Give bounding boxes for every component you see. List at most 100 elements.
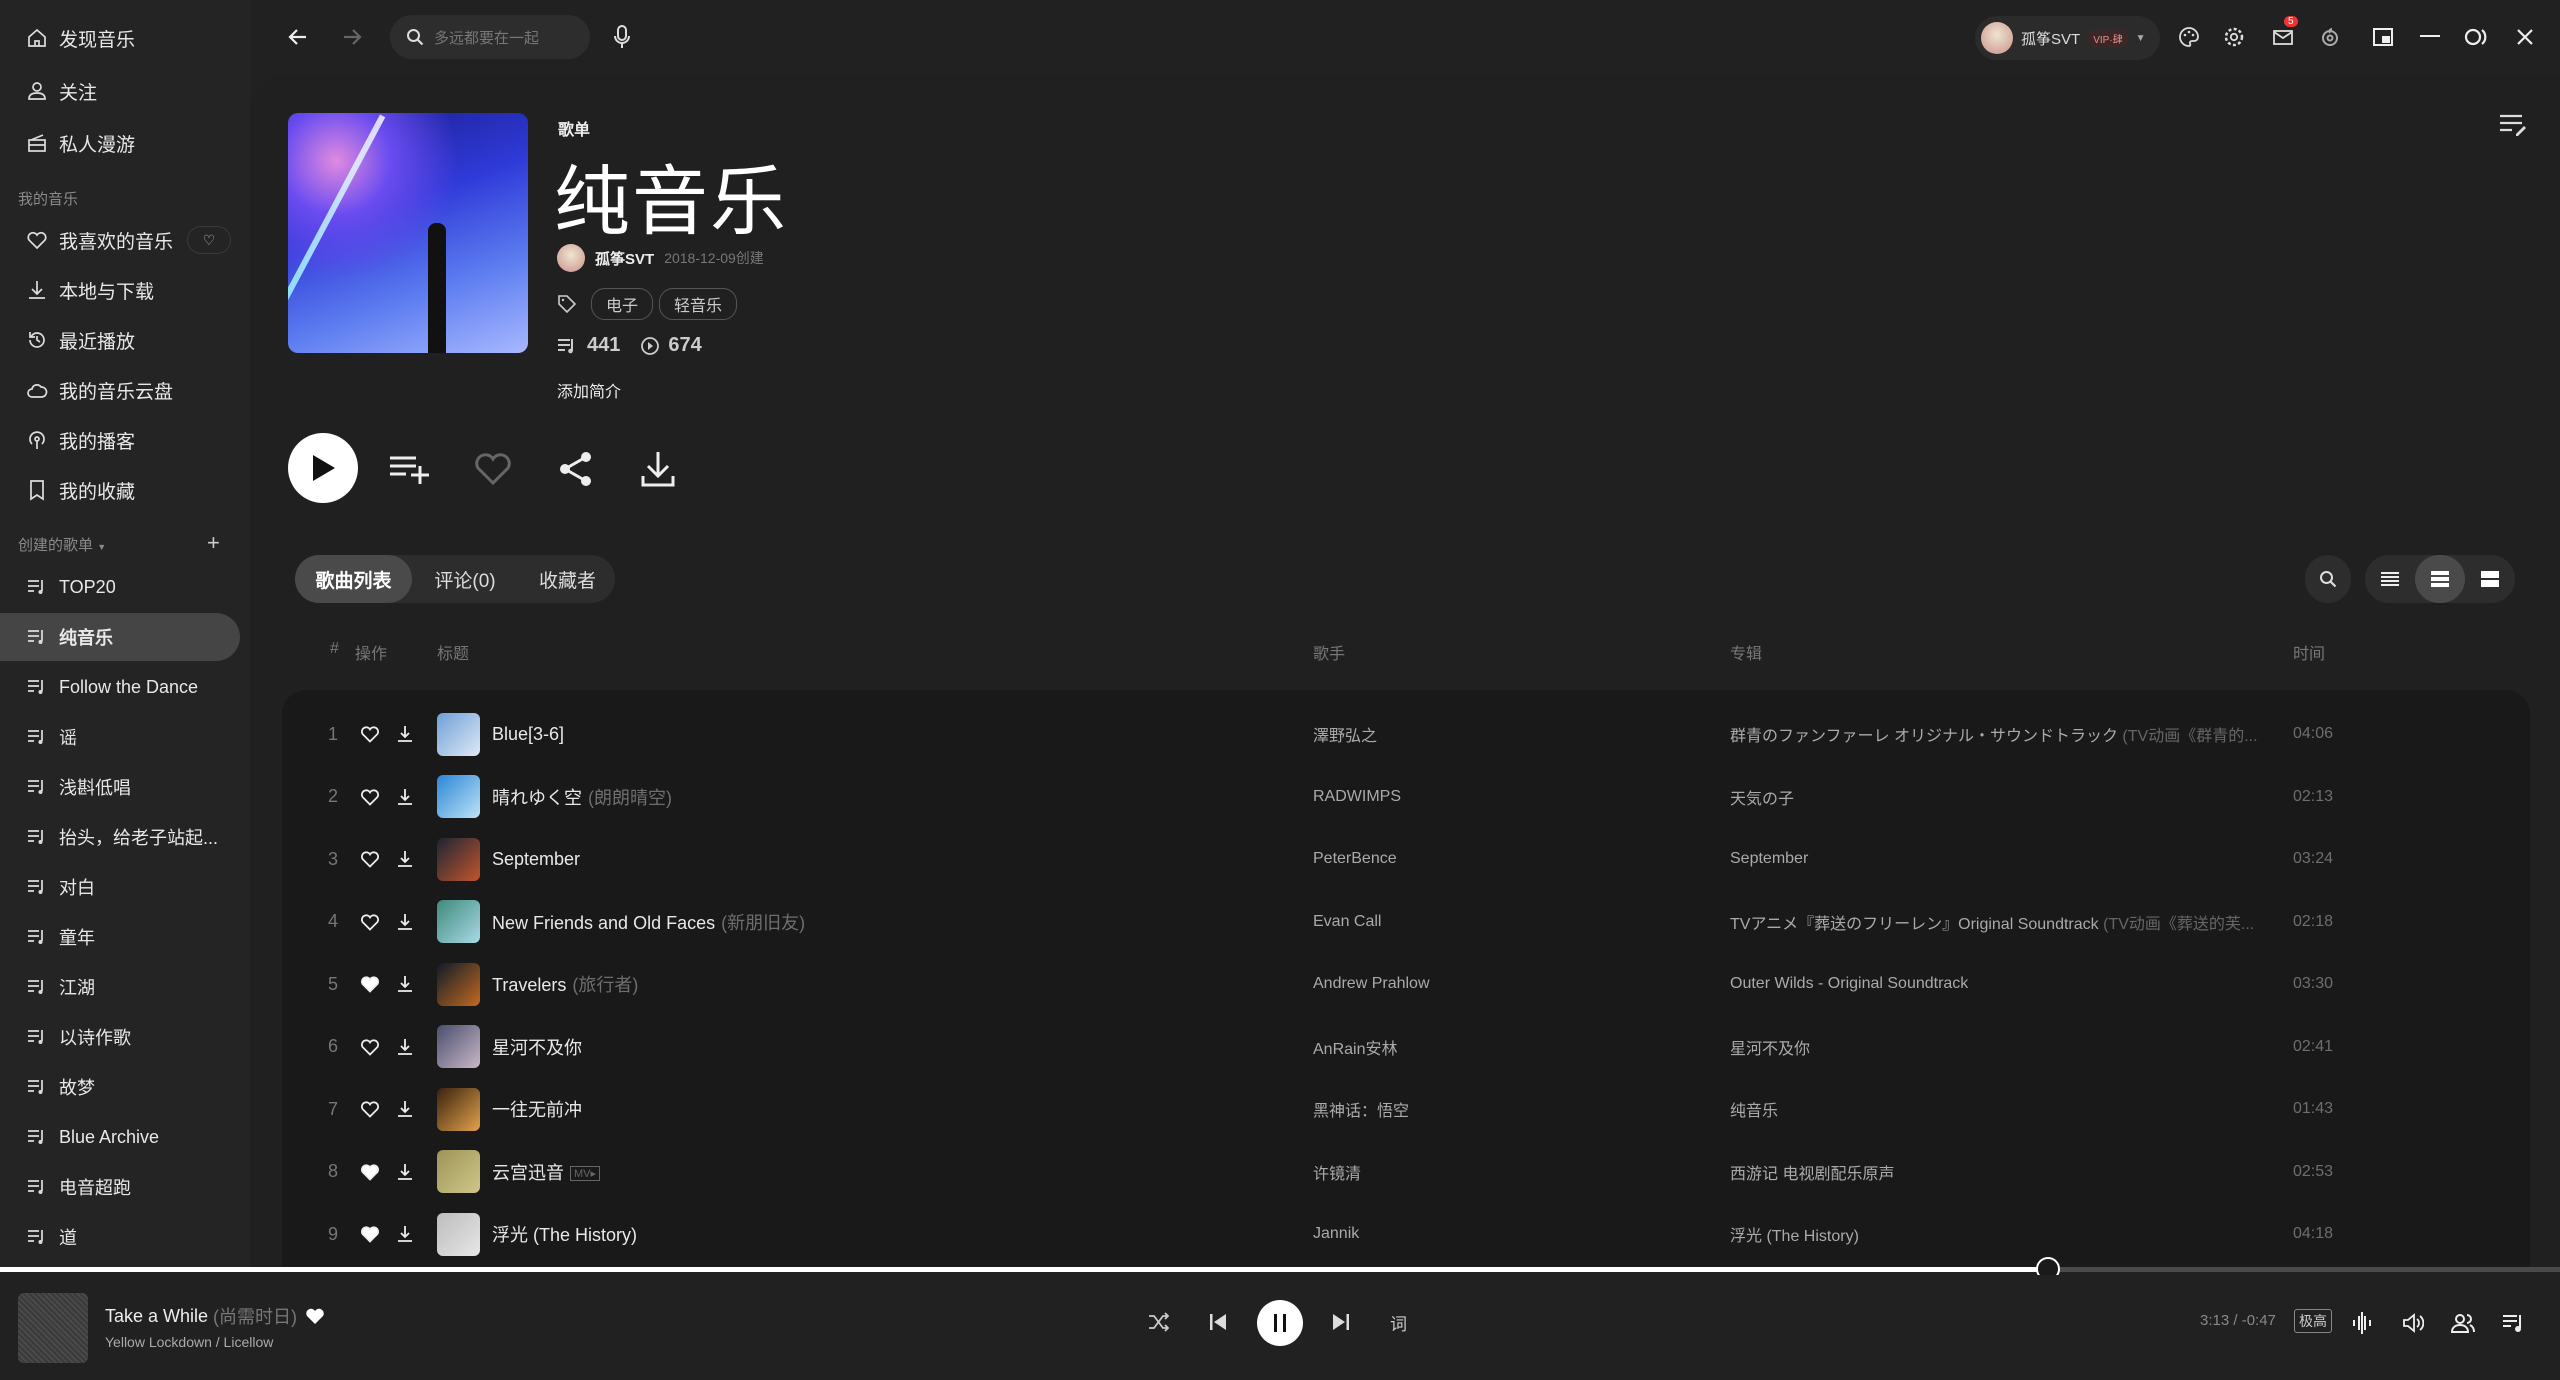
add-to-queue-button[interactable] (390, 452, 430, 486)
track-artist[interactable]: Andrew Prahlow (1313, 975, 1430, 993)
microphone-icon[interactable] (605, 20, 639, 54)
edit-playlist-icon[interactable] (2498, 112, 2528, 138)
search-input[interactable]: 多远都要在一起 (390, 15, 590, 59)
playlist-queue-icon[interactable] (2502, 1313, 2524, 1333)
tab-1[interactable]: 评论(0) (415, 555, 515, 603)
sidebar-item-1[interactable]: 关注 (0, 67, 240, 115)
user-menu[interactable]: 孤筝SVT VIP·肆 ▼ (1975, 16, 2160, 60)
track-title[interactable]: 晴れゆく空 (492, 788, 582, 808)
track-title[interactable]: 星河不及你 (492, 1038, 582, 1058)
sidebar-playlist-item[interactable]: 江湖 (0, 963, 240, 1011)
heart-filled-icon[interactable] (360, 1163, 380, 1181)
listen-together-icon[interactable] (2451, 1313, 2475, 1333)
heart-icon[interactable] (360, 1100, 380, 1118)
add-intro-link[interactable]: 添加简介 (557, 378, 621, 402)
table-row[interactable]: 1 Blue[3-6] 澤野弘之 群青のファンファーレ オリジナル・サウンドトラ… (282, 703, 2530, 765)
shuffle-button[interactable] (1148, 1312, 1170, 1332)
download-icon[interactable] (396, 975, 414, 993)
sidebar-my-music-2[interactable]: 最近播放 (0, 316, 240, 364)
sidebar-playlist-item[interactable]: Follow the Dance (0, 663, 240, 711)
heart-icon[interactable] (360, 725, 380, 743)
creator-avatar[interactable] (557, 244, 585, 272)
sidebar-playlist-item[interactable]: 抬头，给老子站起... (0, 813, 240, 861)
now-playing-title[interactable]: Take a While (105, 1306, 208, 1327)
sidebar-playlist-item[interactable]: 电音超跑 (0, 1163, 240, 1211)
download-icon[interactable] (396, 913, 414, 931)
column-header-album[interactable]: 专辑 (1730, 640, 1762, 664)
heart-filled-icon[interactable] (360, 1225, 380, 1243)
heart-icon[interactable] (360, 850, 380, 868)
heart-filled-icon[interactable] (305, 1307, 325, 1325)
view-list-button[interactable] (2415, 555, 2465, 603)
heart-icon[interactable] (360, 1038, 380, 1056)
track-album[interactable]: 西游记 电视剧配乐原声 (1730, 1166, 1894, 1183)
progress-bar[interactable] (0, 1257, 2560, 1281)
track-album[interactable]: September (1730, 850, 1808, 867)
heart-icon[interactable] (360, 913, 380, 931)
tab-0[interactable]: 歌曲列表 (295, 555, 412, 603)
volume-icon[interactable] (2402, 1313, 2424, 1333)
table-row[interactable]: 7 一往无前冲 黑神话：悟空 纯音乐 01:43 (282, 1078, 2530, 1140)
track-title[interactable]: Travelers (492, 975, 566, 995)
track-artist[interactable]: 黑神话：悟空 (1313, 1097, 1409, 1121)
create-playlist-plus-icon[interactable]: + (207, 530, 220, 556)
lyrics-button[interactable]: 词 (1390, 1310, 1407, 1335)
track-title[interactable]: September (492, 849, 580, 869)
table-row[interactable]: 4 New Friends and Old Faces (新朋旧友) Evan C… (282, 891, 2530, 953)
play-all-button[interactable] (288, 433, 358, 503)
track-title[interactable]: New Friends and Old Faces (492, 913, 715, 933)
quality-button[interactable]: 极高 (2294, 1309, 2332, 1333)
sidebar-playlist-item[interactable]: 浅斟低唱 (0, 763, 240, 811)
heartbeat-mode-button[interactable]: ♡ (187, 226, 232, 254)
table-row[interactable]: 8 云宫迅音 MV▸ 许镜清 西游记 电视剧配乐原声 02:53 (282, 1141, 2530, 1203)
track-album[interactable]: 星河不及你 (1730, 1041, 1810, 1058)
tag-electronic[interactable]: 电子 (591, 288, 654, 320)
track-album[interactable]: 天気の子 (1730, 791, 1794, 808)
column-header-title[interactable]: 标题 (437, 640, 469, 664)
theme-palette-icon[interactable] (2172, 20, 2206, 54)
close-icon[interactable] (2508, 20, 2542, 54)
sidebar-playlist-item[interactable]: 童年 (0, 913, 240, 961)
back-button[interactable] (281, 20, 315, 54)
sidebar-my-music-5[interactable]: 我的收藏 (0, 466, 240, 514)
column-header-artist[interactable]: 歌手 (1313, 640, 1345, 664)
track-artist[interactable]: PeterBence (1313, 850, 1397, 868)
track-album[interactable]: TVアニメ『葬送のフリーレン』Original Soundtrack (1730, 916, 2099, 933)
tab-2[interactable]: 收藏者 (520, 555, 615, 603)
track-artist[interactable]: RADWIMPS (1313, 788, 1401, 806)
sidebar-playlist-item[interactable]: 纯音乐 (0, 613, 240, 661)
track-title[interactable]: 云宫迅音 (492, 1163, 564, 1183)
track-album[interactable]: Outer Wilds - Original Soundtrack (1730, 975, 1968, 992)
section-label-created-playlists[interactable]: 创建的歌单 ▼ (18, 534, 106, 555)
column-header-duration[interactable]: 时间 (2293, 640, 2325, 664)
sidebar-item-2[interactable]: 私人漫游 (0, 119, 240, 167)
table-row[interactable]: 2 晴れゆく空 (朗朗晴空) RADWIMPS 天気の子 02:13 (282, 766, 2530, 828)
track-artist[interactable]: Evan Call (1313, 913, 1381, 931)
sidebar-playlist-item[interactable]: Blue Archive (0, 1113, 240, 1161)
track-artist[interactable]: Jannik (1313, 1225, 1359, 1243)
track-title[interactable]: 一往无前冲 (492, 1100, 582, 1120)
forward-button[interactable] (335, 20, 369, 54)
minimize-icon[interactable] (2413, 20, 2447, 54)
search-in-list-button[interactable] (2305, 555, 2351, 603)
track-artist[interactable]: 许镜清 (1313, 1160, 1361, 1184)
sidebar-my-music-4[interactable]: 我的播客 (0, 416, 240, 464)
download-icon[interactable] (396, 850, 414, 868)
download-icon[interactable] (396, 1100, 414, 1118)
view-large-button[interactable] (2465, 555, 2515, 603)
download-all-button[interactable] (640, 450, 676, 488)
netease-logo-icon[interactable] (2313, 20, 2347, 54)
track-album[interactable]: 纯音乐 (1730, 1103, 1778, 1120)
sidebar-playlist-item[interactable]: 道 (0, 1213, 240, 1261)
favorite-button[interactable] (474, 452, 512, 486)
table-row[interactable]: 3 September PeterBence September 03:24 (282, 828, 2530, 890)
table-row[interactable]: 9 浮光 (The History) Jannik 浮光 (The Histor… (282, 1203, 2530, 1265)
sidebar-playlist-item[interactable]: 故梦 (0, 1063, 240, 1111)
track-title[interactable]: Blue[3-6] (492, 724, 564, 744)
heart-filled-icon[interactable] (360, 975, 380, 993)
sidebar-playlist-item[interactable]: 谣 (0, 713, 240, 761)
view-compact-button[interactable] (2365, 555, 2415, 603)
track-album[interactable]: 群青のファンファーレ オリジナル・サウンドトラック (1730, 728, 2118, 745)
sound-effect-icon[interactable] (2352, 1311, 2372, 1335)
download-icon[interactable] (396, 1038, 414, 1056)
